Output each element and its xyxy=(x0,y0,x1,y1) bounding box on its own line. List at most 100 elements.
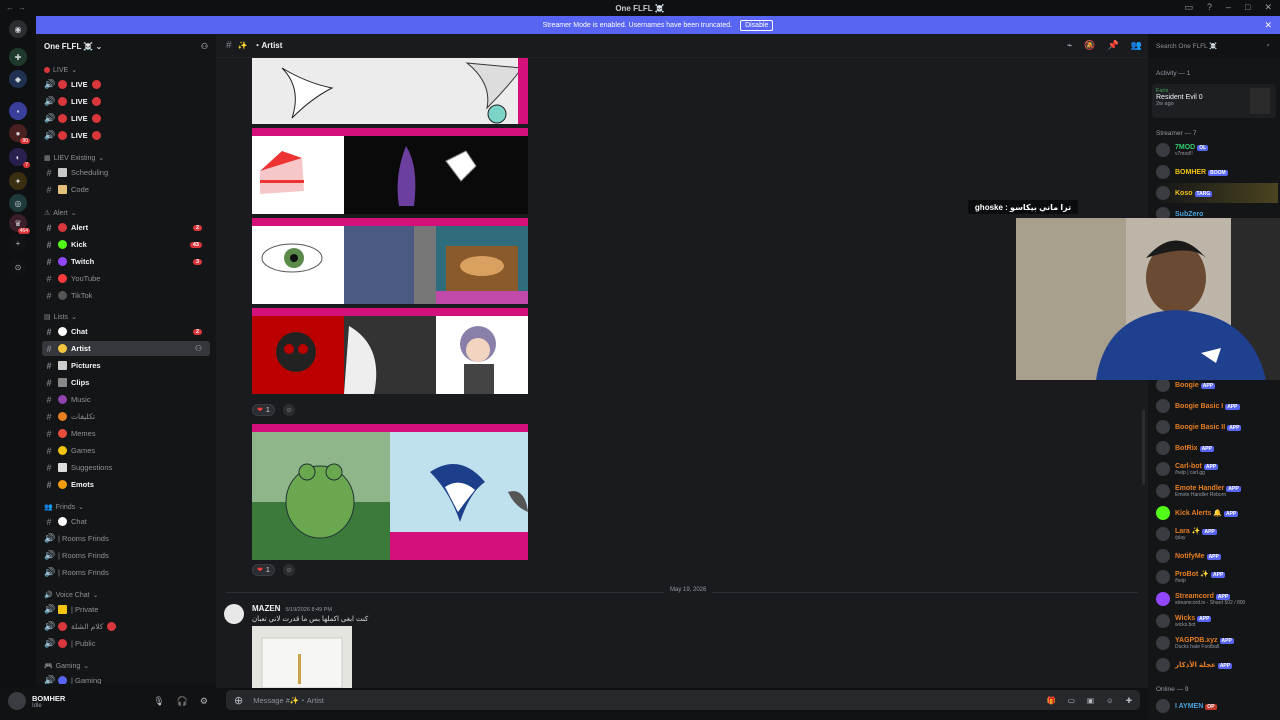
bot-item[interactable]: Kick Alerts 🔔 APP xyxy=(1156,503,1278,523)
channel-rooms-frinds-1[interactable]: 🔊 | Rooms Frinds xyxy=(42,531,210,546)
category-lists[interactable]: ▤ Lists ⌄ xyxy=(44,313,77,322)
apps-icon[interactable]: ✚ xyxy=(1126,696,1132,705)
invite-icon[interactable]: ⚇ xyxy=(201,42,208,51)
channel-suggestions[interactable]: # Suggestions xyxy=(42,460,210,475)
channel-voice-ar[interactable]: 🔊 كلام الشلة xyxy=(42,619,210,634)
server-icon[interactable]: ✦ xyxy=(9,172,27,190)
channel-live-2[interactable]: 🔊 LIVE xyxy=(42,94,210,109)
channel-code[interactable]: # Code xyxy=(42,182,210,197)
channel-tiktok[interactable]: # TikTok xyxy=(42,288,210,303)
attachment-image[interactable] xyxy=(252,308,344,394)
heart-reaction[interactable]: ❤ 1 xyxy=(252,404,275,416)
attachment-image[interactable] xyxy=(252,626,352,688)
heart-reaction[interactable]: ❤ 1 xyxy=(252,564,275,576)
gift-icon[interactable]: 🎁 xyxy=(1047,696,1056,705)
category-gaming[interactable]: 🎮 Gaming ⌄ xyxy=(44,662,89,671)
search-input[interactable]: Search One FLFL ☠️ ⌕ xyxy=(1152,39,1274,53)
bot-item[interactable]: Emote Handler APP Emote Handler Reborn xyxy=(1156,481,1278,501)
avatar[interactable] xyxy=(224,604,244,624)
channel-memes[interactable]: # Memes xyxy=(42,426,210,441)
channel-twitch[interactable]: # Twitch 3 xyxy=(42,254,210,269)
server-icon[interactable]: ◐ 7 xyxy=(9,148,30,168)
add-reaction-icon[interactable]: ☺ xyxy=(283,564,295,576)
sticker-icon[interactable]: ▣ xyxy=(1087,696,1094,705)
channel-private[interactable]: 🔊 | Private xyxy=(42,602,210,617)
help-icon[interactable]: ? xyxy=(1207,2,1212,13)
avatar[interactable] xyxy=(8,692,26,710)
channel-chat[interactable]: # Chat 2 xyxy=(42,324,210,339)
bot-item[interactable]: عجلة الأذكار APP xyxy=(1156,655,1278,675)
channel-rooms-frinds-2[interactable]: 🔊 | Rooms Frinds xyxy=(42,548,210,563)
member-item[interactable]: BOMHER BOOM xyxy=(1156,162,1278,182)
channel-live-3[interactable]: 🔊 LIVE xyxy=(42,111,210,126)
add-attachment-icon[interactable]: ⊕ xyxy=(234,694,243,707)
channel-artist[interactable]: # Artist ⚇ xyxy=(42,341,210,356)
bot-item[interactable]: Wicks APP wicks.bot xyxy=(1156,611,1278,631)
channel-games[interactable]: # Games xyxy=(42,443,210,458)
close-icon[interactable]: ✕ xyxy=(1264,2,1272,13)
add-reaction-icon[interactable]: ☺ xyxy=(283,404,295,416)
category-frinds[interactable]: 👥 Frinds ⌄ xyxy=(44,503,84,512)
threads-icon[interactable]: ⌁ xyxy=(1067,40,1072,51)
attachment-image[interactable] xyxy=(252,58,528,124)
channel-live-4[interactable]: 🔊 LIVE xyxy=(42,128,210,143)
message-input[interactable]: ⊕ Message #✨・Artist 🎁 ▭ ▣ ☺ ✚ xyxy=(226,690,1140,710)
member-item[interactable]: I AYMEN OP xyxy=(1156,696,1278,716)
attachment-image[interactable] xyxy=(252,218,344,304)
message-author[interactable]: MAZEN xyxy=(252,604,280,613)
channel-live-1[interactable]: 🔊 LIVE xyxy=(42,77,210,92)
add-server-icon[interactable]: + xyxy=(9,234,27,252)
pin-icon[interactable]: 📌 xyxy=(1108,40,1119,51)
channel-clips[interactable]: # Clips xyxy=(42,375,210,390)
nav-arrows[interactable]: ←→ xyxy=(6,3,30,12)
inbox-icon[interactable]: ▭ xyxy=(1184,2,1193,13)
channel-kick[interactable]: # Kick 43 xyxy=(42,237,210,252)
attachment-image[interactable] xyxy=(252,424,390,560)
attachment-image[interactable] xyxy=(436,308,528,394)
attachment-image[interactable] xyxy=(436,128,528,214)
member-list-icon[interactable]: 👥 xyxy=(1131,40,1142,51)
bot-item[interactable]: YAGPDB.xyz APP Ducks hate Football. xyxy=(1156,633,1278,653)
category-liev[interactable]: ▦ LIEV Existing ⌄ xyxy=(44,154,104,163)
attachment-image[interactable] xyxy=(344,218,436,304)
channel-rooms-frinds-3[interactable]: 🔊 | Rooms Frinds xyxy=(42,565,210,580)
channel-pictures[interactable]: # Pictures xyxy=(42,358,210,373)
server-header[interactable]: One FLFL ☠️ ⌄ ⚇ xyxy=(36,34,216,58)
bot-item[interactable]: Boogie Basic II APP xyxy=(1156,417,1278,437)
attachment-image[interactable] xyxy=(436,218,528,304)
channel-frinds-chat[interactable]: # Chat xyxy=(42,514,210,529)
bot-item[interactable]: BotRix APP xyxy=(1156,438,1278,458)
server-icon[interactable]: ▪ xyxy=(9,102,27,120)
channel-youtube[interactable]: # YouTube xyxy=(42,271,210,286)
settings-icon[interactable]: ⚙ xyxy=(200,696,208,707)
member-item[interactable]: Koso TARG xyxy=(1156,183,1278,203)
category-voice[interactable]: 🔊 Voice Chat ⌄ xyxy=(44,591,98,600)
channel-scheduling[interactable]: # Scheduling xyxy=(42,165,210,180)
attachment-image[interactable] xyxy=(344,308,436,394)
server-icon[interactable]: ✚ xyxy=(9,48,27,66)
channel-gaming[interactable]: 🔊 | Gaming xyxy=(42,673,210,684)
channel-public[interactable]: 🔊 | Public xyxy=(42,636,210,651)
gif-icon[interactable]: ▭ xyxy=(1068,696,1075,705)
bot-item[interactable]: NotifyMe APP xyxy=(1156,546,1278,566)
server-icon[interactable]: ♛ 464 xyxy=(9,214,30,234)
headphones-icon[interactable]: 🎧 xyxy=(177,696,188,707)
attachment-image[interactable] xyxy=(390,424,528,560)
emoji-icon[interactable]: ☺ xyxy=(1106,696,1114,705)
bot-item[interactable]: Lara ✨ APP/play xyxy=(1156,524,1278,544)
channel-emots[interactable]: # Emots xyxy=(42,477,210,492)
member-item[interactable]: 7MOD OL v7mod!! xyxy=(1156,140,1278,160)
server-icon[interactable]: ◆ xyxy=(9,70,27,88)
server-icon[interactable]: ◎ xyxy=(9,194,27,212)
activity-card[interactable]: Faris Resident Evil 0 2w ago xyxy=(1152,84,1276,118)
bot-item[interactable]: Streamcord APP streamcord.io - Shard 502 /… xyxy=(1156,589,1278,609)
channel-music[interactable]: # Music xyxy=(42,392,210,407)
discord-home-icon[interactable]: ◉ xyxy=(9,20,27,38)
discover-icon[interactable]: ⊙ xyxy=(9,258,27,276)
channel-alert[interactable]: # Alert 2 xyxy=(42,220,210,235)
attachment-image[interactable] xyxy=(252,128,344,214)
category-alert[interactable]: ⚠ Alert ⌄ xyxy=(44,209,77,218)
channel-arabic[interactable]: # تكليفات xyxy=(42,409,210,424)
minimize-icon[interactable]: – xyxy=(1226,2,1231,13)
attachment-image[interactable] xyxy=(344,128,436,214)
